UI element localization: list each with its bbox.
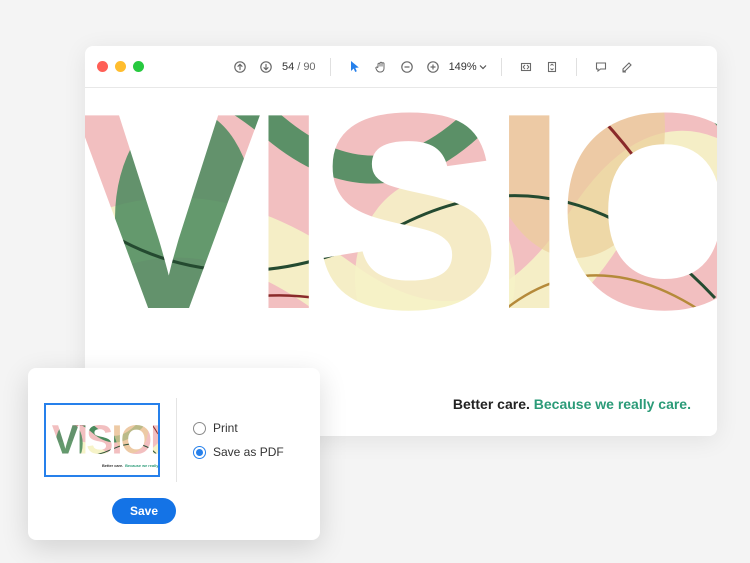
radio-save-pdf[interactable]: Save as PDF [193,445,284,459]
fit-page-icon[interactable] [542,57,562,77]
comment-group [591,57,637,77]
toolbar-separator [576,58,577,76]
minimize-window-icon[interactable] [115,61,126,72]
zoom-dropdown[interactable]: 149% [449,61,487,73]
page-current: 54 [282,61,294,73]
save-button[interactable]: Save [112,498,176,524]
comment-icon[interactable] [591,57,611,77]
chevron-down-icon [479,63,487,71]
radio-print-label: Print [213,421,238,435]
page-nav-group: 54 / 90 [230,57,316,77]
output-options: Print Save as PDF [193,421,284,459]
select-tool-icon[interactable] [345,57,365,77]
svg-text:Better care.: Better care. [102,464,123,468]
toolbar-separator [501,58,502,76]
dialog-separator [176,398,177,482]
radio-save-pdf-label: Save as PDF [213,445,284,459]
page-separator: / [297,61,300,73]
save-dialog: VISION Better care. Because we really ca… [28,368,320,540]
radio-print[interactable]: Print [193,421,284,435]
tagline-accent: Because we really care. [534,396,691,412]
fit-width-icon[interactable] [516,57,536,77]
page-down-icon[interactable] [256,57,276,77]
preview-thumbnail[interactable]: VISION Better care. Because we really ca… [44,403,160,477]
close-window-icon[interactable] [97,61,108,72]
svg-text:Because we really care.: Because we really care. [125,464,158,468]
zoom-out-icon[interactable] [397,57,417,77]
dialog-body: VISION Better care. Because we really ca… [44,382,304,498]
tagline: Better care. Because we really care. [453,396,691,412]
toolbar: 54 / 90 149% [85,46,717,88]
page-total: 90 [303,61,315,73]
hand-tool-icon[interactable] [371,57,391,77]
highlighter-icon[interactable] [617,57,637,77]
dialog-footer: Save [0,498,304,526]
radio-icon [193,422,206,435]
pointer-group [345,57,391,77]
radio-icon [193,446,206,459]
zoom-in-icon[interactable] [423,57,443,77]
tagline-lead: Better care. [453,396,534,412]
page-up-icon[interactable] [230,57,250,77]
maximize-window-icon[interactable] [133,61,144,72]
toolbar-separator [330,58,331,76]
fit-group [516,57,562,77]
vision-artwork: VISION [85,88,717,378]
zoom-value: 149% [449,61,477,73]
page-indicator[interactable]: 54 / 90 [282,61,316,73]
window-controls [97,61,144,72]
zoom-group: 149% [397,57,487,77]
